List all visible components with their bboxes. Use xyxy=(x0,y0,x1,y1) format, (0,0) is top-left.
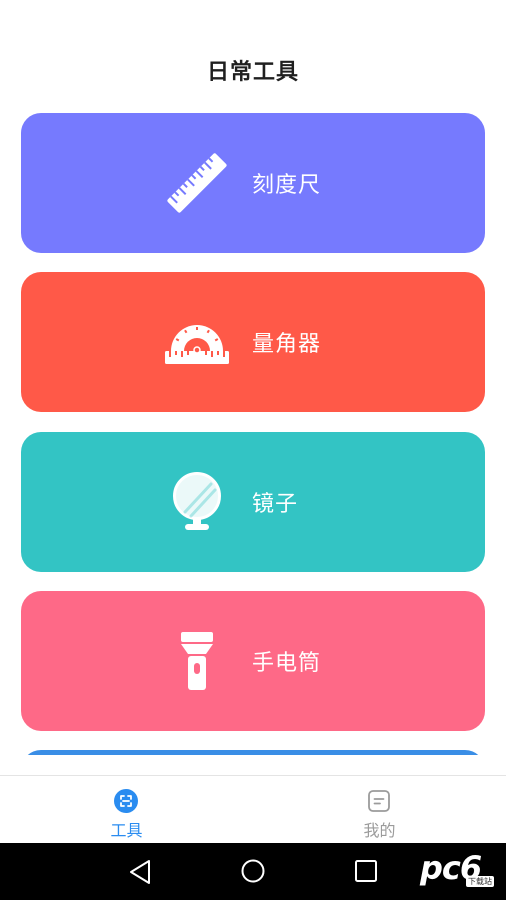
protractor-icon-wrap xyxy=(164,272,230,412)
tool-card-ruler[interactable]: 刻度尺 xyxy=(21,113,485,253)
bottom-tab-bar: 工具 我的 xyxy=(0,775,506,843)
tab-label: 我的 xyxy=(363,821,396,840)
tool-label: 镜子 xyxy=(252,492,299,517)
tab-mine[interactable]: 我的 xyxy=(253,776,506,843)
ruler-icon-wrap xyxy=(164,113,230,253)
profile-icon xyxy=(368,790,390,812)
ruler-icon xyxy=(167,153,227,213)
tool-card-protractor[interactable]: 量角器 xyxy=(21,272,485,412)
tools-icon xyxy=(114,789,138,813)
mirror-icon-wrap xyxy=(164,432,230,572)
tool-label: 量角器 xyxy=(252,332,322,357)
protractor-icon xyxy=(165,324,229,364)
home-icon[interactable] xyxy=(241,859,265,883)
tool-list[interactable]: 日常工具 刻度尺 量角器 镜子 手电筒 xyxy=(0,0,506,755)
recents-icon[interactable] xyxy=(355,860,377,882)
tab-tools[interactable]: 工具 xyxy=(0,776,253,843)
tool-label: 手电筒 xyxy=(252,651,322,676)
back-icon[interactable] xyxy=(128,859,152,885)
app-screen: 日常工具 刻度尺 量角器 镜子 手电筒 工具 我的 pc6 下载站 xyxy=(0,0,506,900)
flashlight-icon-wrap xyxy=(164,591,230,731)
tool-card-flashlight[interactable]: 手电筒 xyxy=(21,591,485,731)
tool-card-mirror[interactable]: 镜子 xyxy=(21,432,485,572)
tab-label: 工具 xyxy=(110,821,143,840)
page-title: 日常工具 xyxy=(206,60,299,85)
tool-label: 刻度尺 xyxy=(252,173,322,198)
mirror-icon xyxy=(173,472,221,530)
watermark-tag: 下载站 xyxy=(466,876,494,887)
flashlight-icon xyxy=(181,632,213,690)
tool-card-partial[interactable] xyxy=(21,750,485,755)
